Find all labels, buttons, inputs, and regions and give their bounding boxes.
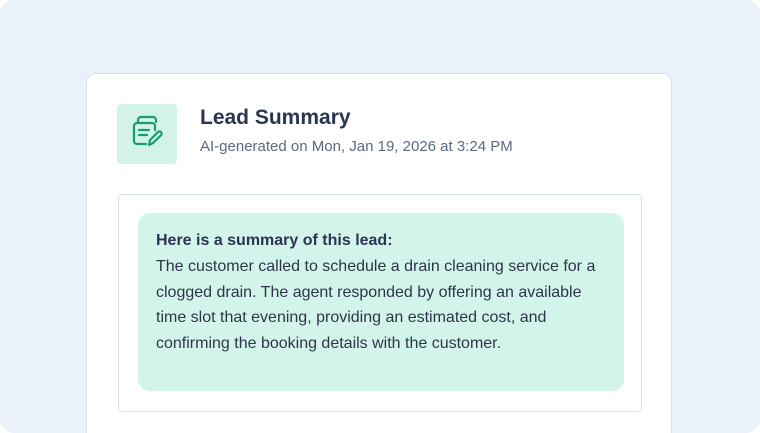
summary-bubble: Here is a summary of this lead: The cust…: [138, 213, 624, 391]
summary-body: The customer called to schedule a drain …: [156, 258, 596, 352]
lead-summary-icon-tile: [117, 104, 177, 164]
summary-heading: Here is a summary of this lead:: [156, 232, 393, 249]
generated-timestamp: AI-generated on Mon, Jan 19, 2026 at 3:2…: [200, 138, 513, 155]
page-background: Lead Summary AI-generated on Mon, Jan 19…: [0, 0, 760, 433]
lead-summary-card: Lead Summary AI-generated on Mon, Jan 19…: [86, 73, 672, 433]
notes-edit-icon: [128, 113, 166, 156]
summary-frame: Here is a summary of this lead: The cust…: [118, 194, 642, 412]
card-title: Lead Summary: [200, 106, 351, 129]
